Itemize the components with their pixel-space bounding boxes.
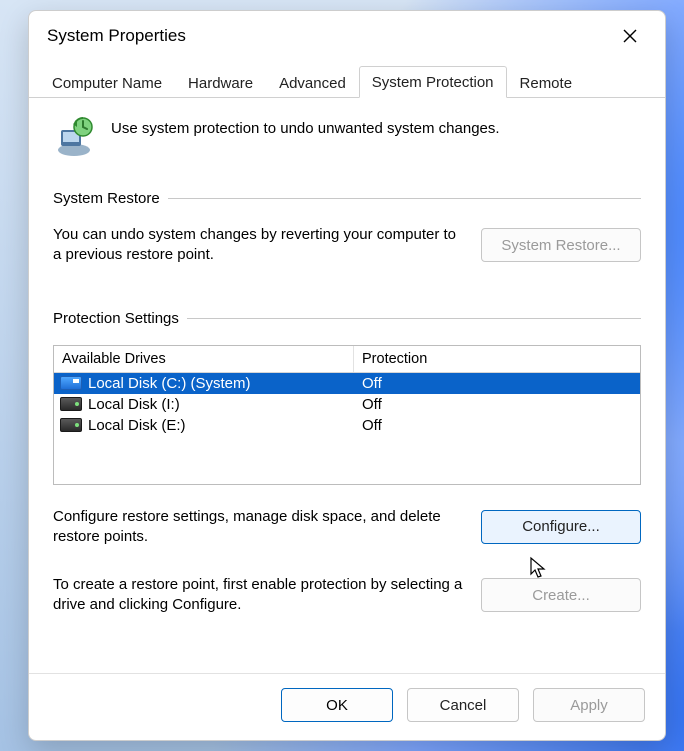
drive-name: Local Disk (E:) — [88, 417, 186, 434]
system-restore-button[interactable]: System Restore... — [481, 228, 641, 262]
drives-header: Available Drives Protection — [54, 346, 640, 373]
tab-body: Use system protection to undo unwanted s… — [29, 98, 665, 673]
ok-button[interactable]: OK — [281, 688, 393, 722]
group-system-restore: System Restore You can undo system chang… — [53, 190, 641, 266]
system-protection-icon — [53, 116, 95, 158]
drive-icon — [60, 418, 82, 432]
window-title: System Properties — [47, 26, 186, 46]
apply-button[interactable]: Apply — [533, 688, 645, 722]
tab-system-protection[interactable]: System Protection — [359, 66, 507, 98]
tab-computer-name[interactable]: Computer Name — [39, 67, 175, 98]
tab-advanced[interactable]: Advanced — [266, 67, 359, 98]
group-divider — [187, 318, 641, 319]
configure-button[interactable]: Configure... — [481, 510, 641, 544]
desktop-wallpaper: System Properties Computer Name Hardware… — [0, 0, 684, 751]
drive-protection: Off — [354, 375, 640, 392]
drive-name: Local Disk (I:) — [88, 396, 180, 413]
intro-text: Use system protection to undo unwanted s… — [111, 116, 500, 137]
tab-remote[interactable]: Remote — [507, 67, 586, 98]
drive-name: Local Disk (C:) (System) — [88, 375, 251, 392]
col-header-drives[interactable]: Available Drives — [54, 346, 354, 372]
titlebar: System Properties — [29, 11, 665, 57]
col-header-protection[interactable]: Protection — [354, 346, 640, 372]
drive-row[interactable]: Local Disk (E:) Off — [54, 415, 640, 436]
dialog-footer: OK Cancel Apply — [29, 673, 665, 740]
drives-listbox[interactable]: Available Drives Protection Local Disk (… — [53, 345, 641, 485]
group-protection-settings: Protection Settings Available Drives Pro… — [53, 310, 641, 616]
close-icon — [623, 29, 637, 43]
cancel-button[interactable]: Cancel — [407, 688, 519, 722]
group-divider — [168, 198, 641, 199]
create-desc: To create a restore point, first enable … — [53, 575, 463, 616]
system-properties-dialog: System Properties Computer Name Hardware… — [28, 10, 666, 741]
tabstrip: Computer Name Hardware Advanced System P… — [29, 65, 665, 98]
drive-icon — [60, 376, 82, 390]
group-label-restore: System Restore — [53, 190, 160, 207]
drive-protection: Off — [354, 396, 640, 413]
intro-row: Use system protection to undo unwanted s… — [53, 116, 641, 158]
drive-row[interactable]: Local Disk (I:) Off — [54, 394, 640, 415]
close-button[interactable] — [609, 21, 651, 51]
create-button[interactable]: Create... — [481, 578, 641, 612]
restore-desc: You can undo system changes by reverting… — [53, 225, 463, 266]
drive-protection: Off — [354, 417, 640, 434]
group-label-protection: Protection Settings — [53, 310, 179, 327]
configure-desc: Configure restore settings, manage disk … — [53, 507, 463, 548]
tab-hardware[interactable]: Hardware — [175, 67, 266, 98]
drive-row[interactable]: Local Disk (C:) (System) Off — [54, 373, 640, 394]
drive-icon — [60, 397, 82, 411]
